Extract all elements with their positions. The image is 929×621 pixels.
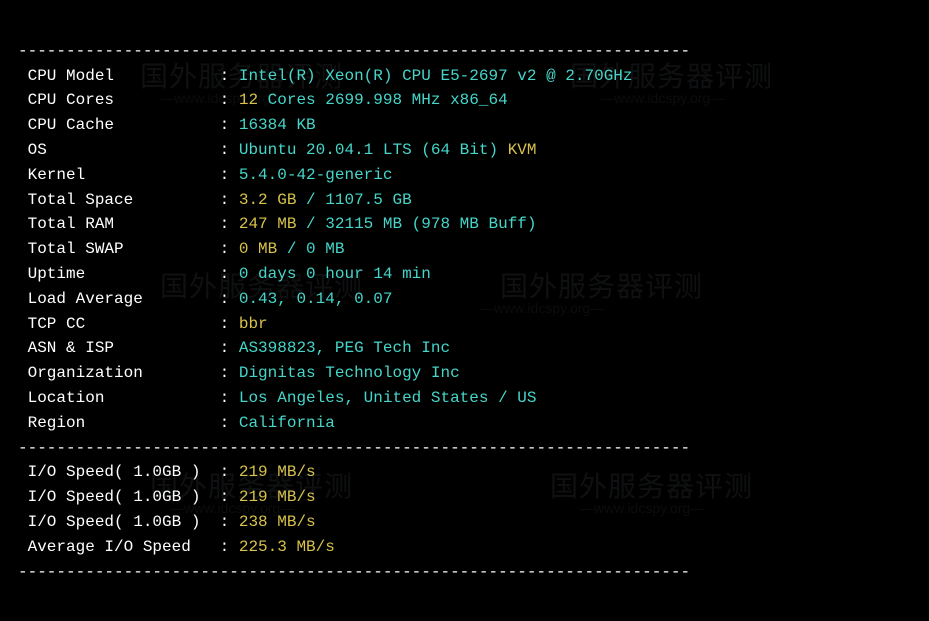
separator: :	[210, 67, 239, 85]
separator: :	[210, 414, 239, 432]
label-io-speed-1: I/O Speed( 1.0GB )	[18, 460, 210, 485]
label-io-speed-3: I/O Speed( 1.0GB )	[18, 510, 210, 535]
separator: :	[210, 191, 239, 209]
terminal-output: ----------------------------------------…	[0, 0, 929, 598]
value-tcp-cc: bbr	[239, 315, 268, 333]
value-organization: Dignitas Technology Inc	[239, 364, 460, 382]
label-location: Location	[18, 386, 210, 411]
separator: :	[210, 91, 239, 109]
divider: ----------------------------------------…	[18, 439, 690, 457]
separator: :	[210, 389, 239, 407]
value-uptime: 0 days 0 hour 14 min	[239, 265, 431, 283]
value-asn-isp: AS398823, PEG Tech Inc	[239, 339, 450, 357]
label-uptime: Uptime	[18, 262, 210, 287]
value-cpu-cores-count: 12	[239, 91, 258, 109]
separator: :	[210, 488, 239, 506]
value-load-average: 0.43, 0.14, 0.07	[239, 290, 393, 308]
separator: :	[210, 240, 239, 258]
label-asn-isp: ASN & ISP	[18, 336, 210, 361]
separator: :	[210, 116, 239, 134]
label-io-speed-2: I/O Speed( 1.0GB )	[18, 485, 210, 510]
separator: :	[210, 339, 239, 357]
value-os-virt: KVM	[508, 141, 537, 159]
separator: :	[210, 290, 239, 308]
value-swap-total: / 0 MB	[277, 240, 344, 258]
label-load-average: Load Average	[18, 287, 210, 312]
divider: ----------------------------------------…	[18, 563, 690, 581]
label-total-swap: Total SWAP	[18, 237, 210, 262]
value-kernel: 5.4.0-42-generic	[239, 166, 393, 184]
separator: :	[210, 463, 239, 481]
value-location: Los Angeles, United States / US	[239, 389, 537, 407]
label-total-ram: Total RAM	[18, 212, 210, 237]
label-cpu-cores: CPU Cores	[18, 88, 210, 113]
value-region: California	[239, 414, 335, 432]
label-kernel: Kernel	[18, 163, 210, 188]
value-cpu-model: Intel(R) Xeon(R) CPU E5-2697 v2 @ 2.70GH…	[239, 67, 633, 85]
value-io-speed-3: 238 MB/s	[239, 513, 316, 531]
value-space-used: 3.2 GB	[239, 191, 297, 209]
label-region: Region	[18, 411, 210, 436]
value-io-speed-1: 219 MB/s	[239, 463, 316, 481]
separator: :	[210, 265, 239, 283]
value-swap-used: 0 MB	[239, 240, 277, 258]
separator: :	[210, 538, 239, 556]
label-organization: Organization	[18, 361, 210, 386]
label-cpu-cache: CPU Cache	[18, 113, 210, 138]
value-space-total: / 1107.5 GB	[296, 191, 411, 209]
value-cpu-cores-detail: Cores 2699.998 MHz x86_64	[258, 91, 508, 109]
separator: :	[210, 215, 239, 233]
value-cpu-cache: 16384 KB	[239, 116, 316, 134]
value-io-speed-2: 219 MB/s	[239, 488, 316, 506]
label-total-space: Total Space	[18, 188, 210, 213]
label-cpu-model: CPU Model	[18, 64, 210, 89]
separator: :	[210, 166, 239, 184]
label-avg-io-speed: Average I/O Speed	[18, 535, 210, 560]
value-avg-io-speed: 225.3 MB/s	[239, 538, 335, 556]
separator: :	[210, 141, 239, 159]
value-ram-total: / 32115 MB (978 MB Buff)	[296, 215, 536, 233]
label-os: OS	[18, 138, 210, 163]
separator: :	[210, 315, 239, 333]
divider: ----------------------------------------…	[18, 42, 690, 60]
separator: :	[210, 364, 239, 382]
value-ram-used: 247 MB	[239, 215, 297, 233]
value-os: Ubuntu 20.04.1 LTS (64 Bit)	[239, 141, 508, 159]
label-tcp-cc: TCP CC	[18, 312, 210, 337]
separator: :	[210, 513, 239, 531]
